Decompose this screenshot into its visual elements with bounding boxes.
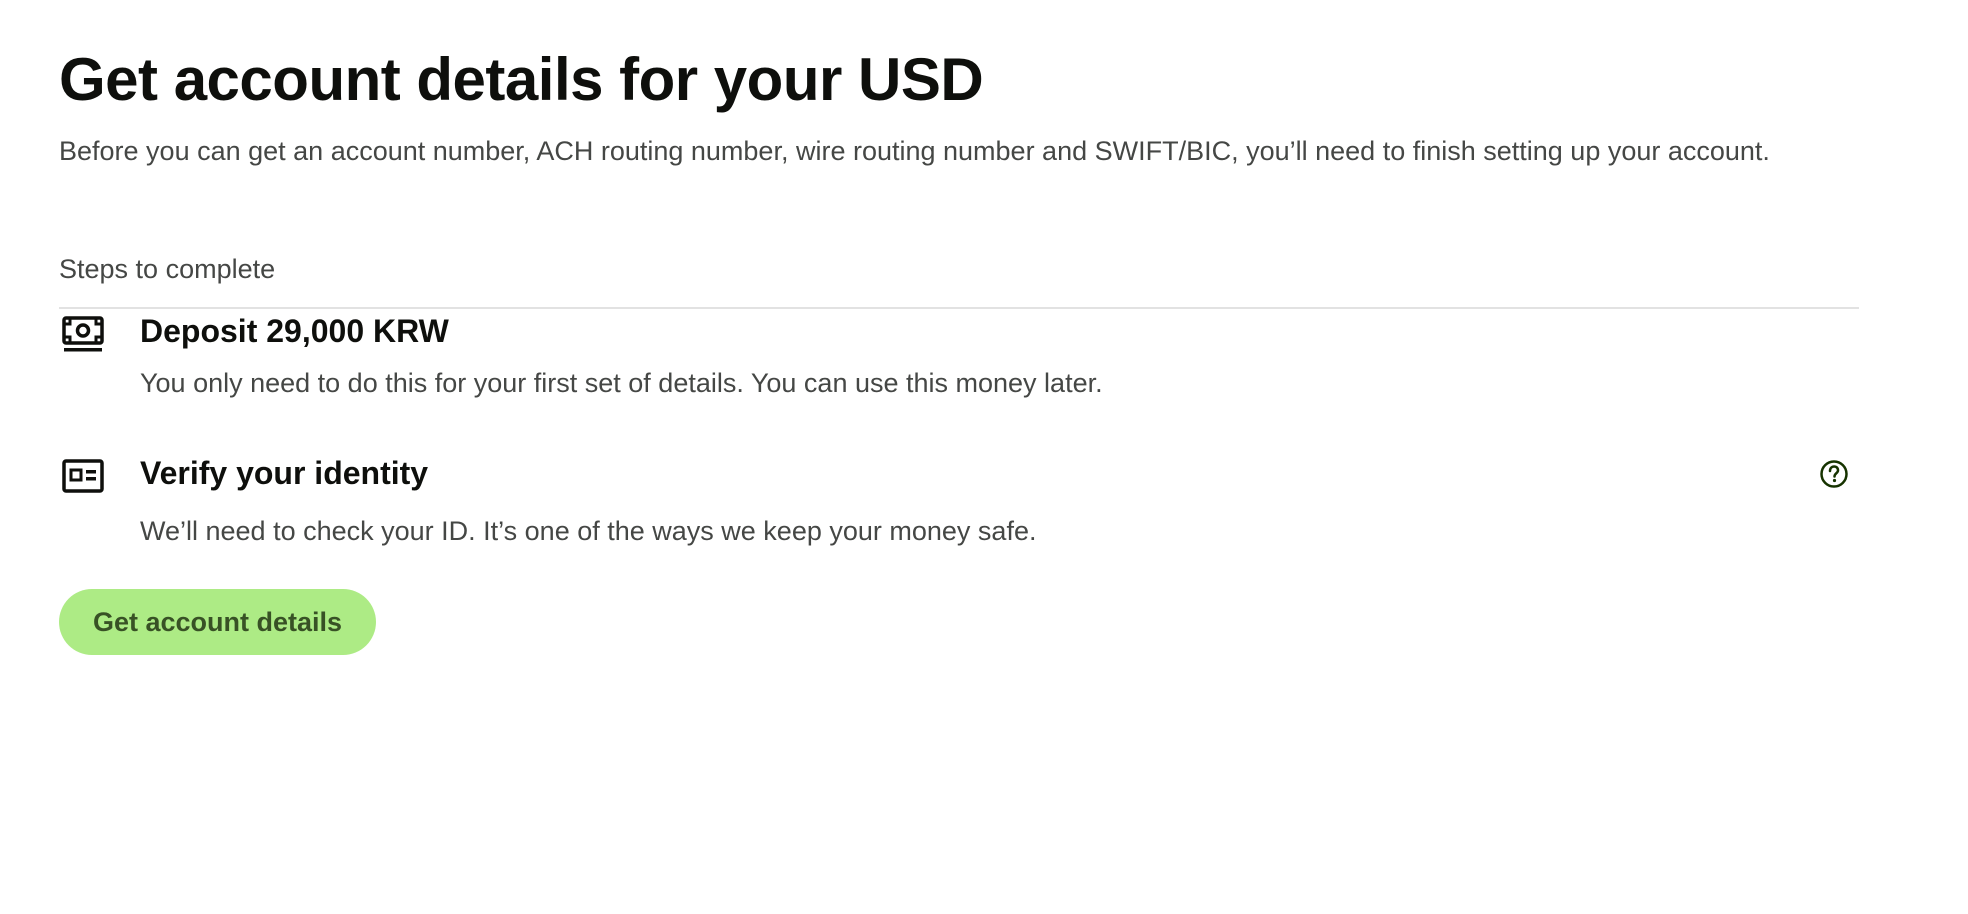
step-title: Verify your identity (140, 455, 429, 491)
step-description: You only need to do this for your first … (140, 368, 1103, 398)
main-content: Get account details for your USD Before … (59, 44, 1859, 655)
steps-list: Deposit 29,000 KRW You only need to do t… (59, 309, 1859, 549)
step-deposit: Deposit 29,000 KRW You only need to do t… (59, 309, 1859, 401)
page: Get account details for your USD Before … (0, 0, 1968, 914)
id-card-icon (62, 457, 104, 499)
step-verify-identity: Verify your identity We’ll need to check… (59, 453, 1859, 549)
page-title: Get account details for your USD (59, 46, 984, 113)
help-button[interactable] (1819, 459, 1849, 489)
get-account-details-button[interactable]: Get account details (59, 589, 377, 655)
step-title: Deposit 29,000 KRW (140, 313, 449, 349)
question-circle-icon (1819, 460, 1849, 492)
steps-heading: Steps to complete (59, 254, 276, 284)
step-description: We’ll need to check your ID. It’s one of… (140, 516, 1037, 546)
cash-icon (62, 315, 104, 357)
page-subtitle: Before you can get an account number, AC… (59, 136, 1770, 166)
